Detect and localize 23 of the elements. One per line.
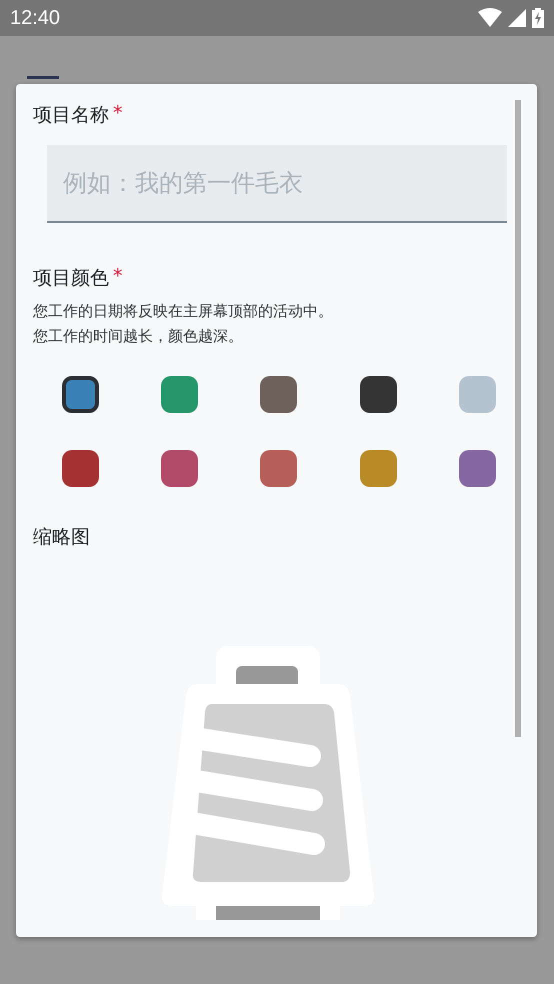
field-label: 缩略图	[33, 525, 90, 550]
required-mark: *	[113, 265, 122, 289]
status-time: 12:40	[10, 6, 60, 30]
description-text: 您工作的时间越长，颜色越深。	[33, 326, 244, 347]
color-swatch[interactable]	[260, 450, 298, 487]
scrollbar[interactable]	[515, 100, 521, 737]
color-swatch[interactable]	[360, 376, 397, 413]
color-swatch[interactable]	[161, 450, 198, 487]
color-swatch[interactable]	[62, 450, 100, 487]
field-label: 项目名称	[33, 103, 109, 128]
wifi-icon	[478, 8, 502, 28]
field-label: 项目颜色	[33, 266, 109, 291]
signal-icon	[508, 9, 526, 27]
color-swatch[interactable]	[260, 376, 298, 413]
required-mark: *	[113, 102, 122, 126]
color-swatch[interactable]	[458, 376, 496, 413]
color-swatch[interactable]	[360, 450, 397, 487]
battery-icon	[532, 8, 544, 28]
color-swatch[interactable]	[161, 376, 198, 413]
description-text: 您工作的日期将反映在主屏幕顶部的活动中。	[33, 301, 334, 322]
input-field[interactable]: 例如：我的第一件毛衣	[47, 145, 507, 223]
color-swatch[interactable]	[62, 376, 100, 413]
color-swatch[interactable]	[458, 450, 496, 487]
